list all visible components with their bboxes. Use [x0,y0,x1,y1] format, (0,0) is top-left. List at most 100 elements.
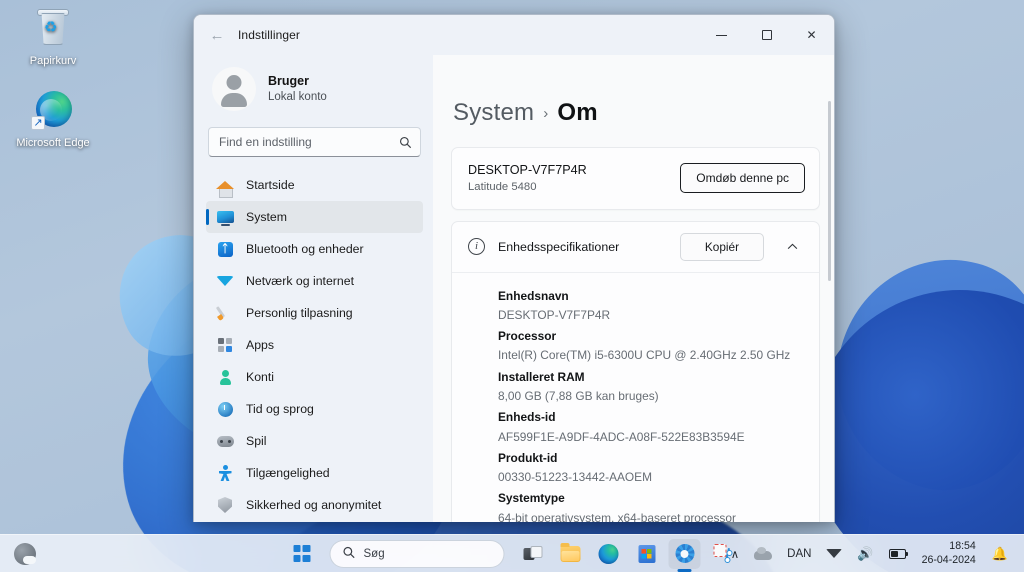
pc-device-name: DESKTOP-V7F7P4R [468,161,587,179]
sidebar-search[interactable] [208,127,421,157]
sidebar-item-startside[interactable]: Startside [206,169,423,201]
spec-label: Enheds-id [498,408,803,427]
copy-button[interactable]: Kopiér [680,233,764,261]
search-input[interactable] [208,127,421,157]
spec-value: DESKTOP-V7F7P4R [498,306,788,325]
start-icon [293,545,310,562]
task-view-icon [523,546,542,561]
spec-value: 64-bit operativsystem, x64-baseret proce… [498,509,788,522]
window-titlebar[interactable]: ← Indstillinger ✕ [194,15,834,55]
apps-icon [216,336,234,354]
gamepad-icon [216,432,234,450]
settings-icon [675,544,694,563]
microsoft-edge-icon: ↗ [31,88,75,132]
avatar [212,67,256,111]
device-specifications-title: Enhedsspecifikationer [498,240,667,254]
sidebar-item-label: Personlig tilpasning [246,307,353,319]
chevron-up-icon: ∧ [731,547,739,561]
onedrive-icon [754,548,772,560]
maximize-icon [762,30,772,40]
tray-overflow-button[interactable]: ∧ [725,540,745,568]
sidebar-item-konti[interactable]: Konti [206,361,423,393]
start-button[interactable] [286,539,318,569]
shield-icon [216,496,234,514]
close-icon: ✕ [806,28,816,42]
breadcrumb-separator-icon: › [543,106,548,121]
sidebar-item-tilgaengelighed[interactable]: Tilgængelighed [206,457,423,489]
taskbar-search-placeholder: Søg [364,548,385,560]
sidebar-item-label: Netværk og internet [246,275,354,287]
clock-time: 18:54 [922,540,976,553]
maximize-button[interactable] [744,15,789,55]
notification-center-button[interactable]: 🔔 [986,540,1014,568]
sidebar-item-personlig-tilpasning[interactable]: Personlig tilpasning [206,297,423,329]
desktop-icon-microsoft-edge[interactable]: ↗ Microsoft Edge [10,88,96,151]
taskbar-search[interactable]: Søg [330,540,505,568]
search-icon[interactable] [396,133,414,151]
microsoft-edge-button[interactable] [593,539,625,569]
clock[interactable]: 18:54 26-04-2024 [915,540,983,566]
weather-icon[interactable] [14,543,36,565]
breadcrumb-parent[interactable]: System [453,101,534,125]
page-title: Om [557,101,597,125]
recycle-bin-icon: ♻ [31,6,75,50]
sidebar-item-label: Konti [246,371,274,383]
info-icon: i [468,238,485,255]
sidebar-item-apps[interactable]: Apps [206,329,423,361]
profile-account-type: Lokal konto [268,90,327,106]
settings-window[interactable]: ← Indstillinger ✕ [193,14,835,522]
sidebar-item-spil[interactable]: Spil [206,425,423,457]
clock-icon [216,400,234,418]
minimize-icon [716,35,727,36]
home-icon [216,176,234,194]
onedrive-button[interactable] [748,540,778,568]
spec-row: Systemtype 64-bit operativsystem, x64-ba… [498,489,803,522]
breadcrumb: System › Om [453,101,820,125]
microsoft-edge-icon [599,544,619,564]
pc-model: Latitude 5480 [468,179,587,195]
speaker-icon: 🔊 [857,546,873,562]
battery-button[interactable] [883,540,912,568]
monitor-icon [216,208,234,226]
user-profile[interactable]: Bruger Lokal konto [206,55,423,125]
sidebar-item-sikkerhed-og-anonymitet[interactable]: Sikkerhed og anonymitet [206,489,423,521]
sidebar-item-system[interactable]: System [206,201,423,233]
window-body: Bruger Lokal konto Startside [194,55,834,522]
desktop-icon-label: Microsoft Edge [16,137,89,149]
device-specifications-header[interactable]: i Enhedsspecifikationer Kopiér [452,222,819,273]
sidebar-item-label: Startside [246,179,295,191]
content-scroll-area: System › Om DESKTOP-V7F7P4R Latitude 548… [451,55,834,522]
paintbrush-icon [216,304,234,322]
microsoft-store-icon [638,545,655,563]
bell-icon: 🔔 [992,546,1008,562]
spec-label: Produkt-id [498,449,803,468]
wifi-button[interactable] [820,540,848,568]
sidebar-item-bluetooth-og-enheder[interactable]: ᛏ Bluetooth og enheder [206,233,423,265]
window-title: Indstillinger [238,28,300,42]
desktop[interactable]: ♻ Papirkurv ↗ Microsoft Edge ← Indstilli… [0,0,1024,572]
pc-name-card: DESKTOP-V7F7P4R Latitude 5480 Omdøb denn… [451,147,820,210]
spec-row: Produkt-id 00330-51223-13442-AAOEM [498,449,803,488]
back-button[interactable]: ← [202,21,232,49]
minimize-button[interactable] [699,15,744,55]
language-indicator[interactable]: DAN [781,540,817,568]
content-pane: System › Om DESKTOP-V7F7P4R Latitude 548… [433,55,834,522]
rename-pc-button[interactable]: Omdøb denne pc [680,163,805,193]
microsoft-store-button[interactable] [631,539,663,569]
file-explorer-button[interactable] [555,539,587,569]
spec-value: AF599F1E-A9DF-4ADC-A08F-522E83B3594E [498,428,788,447]
desktop-icon-recycle-bin[interactable]: ♻ Papirkurv [10,6,96,69]
sidebar-item-netvaerk-og-internet[interactable]: Netværk og internet [206,265,423,297]
task-view-button[interactable] [517,539,549,569]
sidebar-item-label: System [246,211,287,223]
taskbar-left [14,543,36,565]
content-scrollbar-thumb[interactable] [828,101,831,281]
sidebar-item-tid-og-sprog[interactable]: Tid og sprog [206,393,423,425]
settings-button[interactable] [669,539,701,569]
spec-value: 8,00 GB (7,88 GB kan bruges) [498,387,788,406]
chevron-up-icon[interactable] [777,233,807,261]
volume-button[interactable]: 🔊 [851,540,879,568]
close-button[interactable]: ✕ [789,15,834,55]
person-icon [216,368,234,386]
device-specifications-card: i Enhedsspecifikationer Kopiér [451,221,820,522]
